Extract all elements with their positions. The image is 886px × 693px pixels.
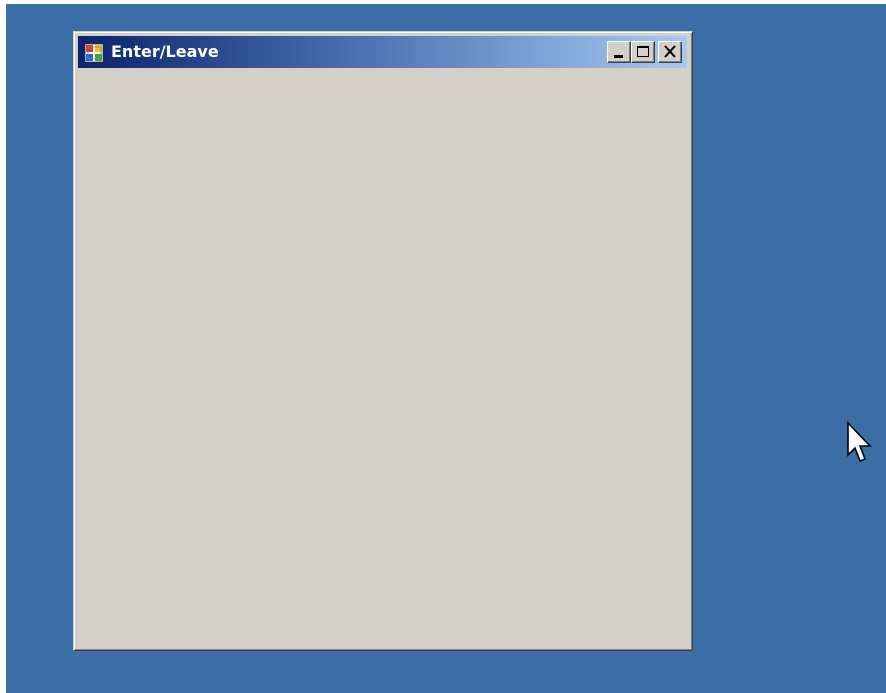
close-icon [664, 45, 676, 58]
window-title: Enter/Leave [111, 42, 219, 61]
maximize-icon [637, 46, 649, 57]
caption-buttons [607, 41, 682, 65]
arrow-cursor-icon [847, 421, 872, 463]
enter-leave-window[interactable]: Enter/Leave [73, 31, 693, 651]
client-area[interactable] [78, 69, 687, 645]
minimize-button[interactable] [607, 41, 631, 63]
close-button[interactable] [658, 41, 682, 63]
minimize-icon [614, 55, 623, 58]
windows-form-icon[interactable] [85, 44, 103, 62]
title-bar[interactable]: Enter/Leave [78, 36, 687, 68]
maximize-button[interactable] [631, 41, 655, 63]
